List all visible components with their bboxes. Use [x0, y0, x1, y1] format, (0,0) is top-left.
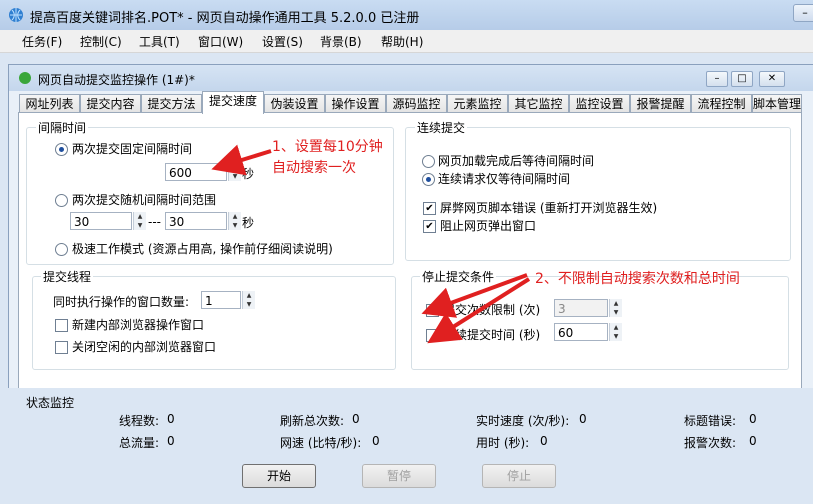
title-bar: 提高百度关键词排名.POT* - 网页自动操作通用工具 5.2.0.0 已注册 … — [0, 0, 813, 30]
realtime-speed-label: 实时速度 (次/秒): — [476, 414, 570, 428]
child-window: 网页自动提交监控操作 (1#)* – □ ✕ 网址列表 提交内容 提交方法 提交… — [8, 64, 813, 440]
threads-stat-value: 0 — [167, 412, 175, 426]
title-error-label: 标题错误: — [684, 414, 737, 428]
network-speed-value: 0 — [372, 434, 380, 448]
menu-tools[interactable]: 工具(T) — [139, 33, 180, 50]
refresh-count-value: 0 — [352, 412, 360, 426]
status-title: 状态监控 — [26, 396, 75, 410]
menu-bar: 任务(F) 控制(C) 工具(T) 窗口(W) 设置(S) 背景(B) 帮助(H… — [0, 30, 813, 53]
tab-submit-speed[interactable]: 提交速度 — [202, 91, 264, 114]
pause-button[interactable]: 暂停 — [362, 464, 436, 488]
app-globe-icon — [9, 8, 23, 22]
annotation-arrows — [211, 144, 531, 344]
alarm-count-label: 报警次数: — [684, 436, 737, 450]
arrow-to-count-limit — [421, 273, 528, 318]
title-error-value: 0 — [749, 412, 757, 426]
menu-help[interactable]: 帮助(H) — [381, 33, 423, 50]
menu-settings[interactable]: 设置(S) — [262, 33, 303, 50]
stop-button[interactable]: 停止 — [482, 464, 556, 488]
window-title: 提高百度关键词排名.POT* - 网页自动操作通用工具 5.2.0.0 已注册 — [30, 11, 420, 26]
traffic-label: 总流量: — [119, 436, 160, 450]
menu-control[interactable]: 控制(C) — [80, 33, 122, 50]
refresh-count-label: 刷新总次数: — [280, 414, 345, 428]
arrow-to-fixed-interval — [211, 144, 272, 176]
traffic-value: 0 — [167, 434, 175, 448]
menu-task[interactable]: 任务(F) — [22, 33, 62, 50]
minimize-button[interactable]: – — [793, 4, 813, 22]
elapsed-time-value: 0 — [540, 434, 548, 448]
start-button[interactable]: 开始 — [242, 464, 316, 488]
threads-stat-label: 线程数: — [119, 414, 160, 428]
realtime-speed-value: 0 — [579, 412, 587, 426]
elapsed-time-label: 用时 (秒): — [476, 436, 530, 450]
alarm-count-value: 0 — [749, 434, 757, 448]
arrow-to-duration-limit — [427, 277, 531, 344]
status-monitor: 状态监控 线程数: 0 刷新总次数: 0 实时速度 (次/秒): 0 标题错误:… — [0, 388, 813, 504]
menu-background[interactable]: 背景(B) — [320, 33, 362, 50]
network-speed-label: 网速 (比特/秒): — [280, 436, 362, 450]
menu-window[interactable]: 窗口(W) — [198, 33, 243, 50]
